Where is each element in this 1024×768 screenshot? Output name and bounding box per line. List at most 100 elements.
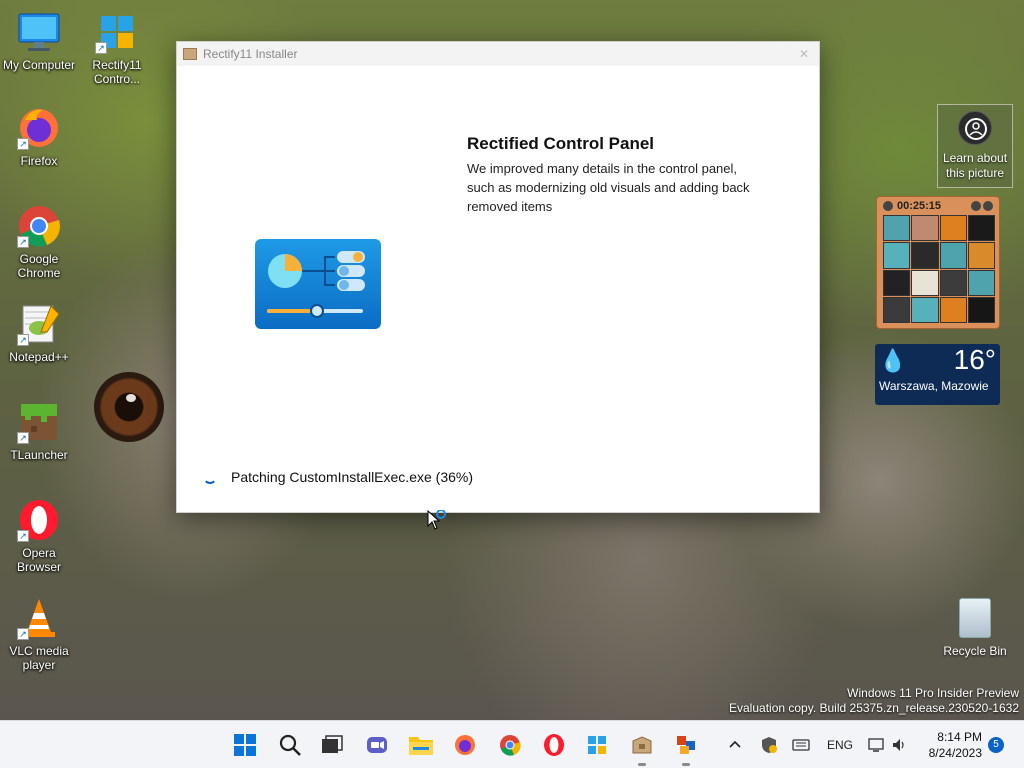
puzzle-tile[interactable] bbox=[939, 296, 967, 323]
desktop-icon-rectify11-control[interactable]: ↗ Rectify11 Contro... bbox=[77, 10, 157, 86]
close-button[interactable]: ✕ bbox=[789, 47, 819, 61]
desktop-icon-label: My Computer bbox=[2, 58, 76, 72]
progress-status: Patching CustomInstallExec.exe (36%) bbox=[203, 469, 473, 485]
desktop-icon-vlc[interactable]: ↗ VLC media player bbox=[0, 596, 79, 672]
shortcut-arrow-icon: ↗ bbox=[17, 628, 29, 640]
puzzle-tile[interactable] bbox=[883, 269, 911, 296]
puzzle-tile[interactable] bbox=[939, 269, 967, 296]
opera-icon: ↗ bbox=[17, 498, 61, 542]
puzzle-tile[interactable] bbox=[911, 296, 939, 323]
desktop-icon-my-computer[interactable]: My Computer bbox=[0, 10, 79, 72]
desktop-icon-notepad-plus-plus[interactable]: ↗ Notepad++ bbox=[0, 302, 79, 364]
desktop-icon-recycle-bin[interactable]: Recycle Bin bbox=[940, 598, 1010, 658]
desktop-icon-label: Opera Browser bbox=[16, 546, 61, 574]
firefox-icon: ↗ bbox=[17, 106, 61, 150]
desktop-icon-label: Google Chrome bbox=[17, 252, 61, 280]
watermark-edition: Windows 11 Pro Insider Preview bbox=[847, 686, 1019, 700]
desktop-icon-label: Notepad++ bbox=[9, 350, 69, 364]
puzzle-tile[interactable] bbox=[911, 269, 939, 296]
taskbar-opera-icon[interactable] bbox=[540, 731, 568, 759]
desktop-icon-google-chrome[interactable]: ↗ Google Chrome bbox=[0, 204, 79, 280]
help-icon[interactable] bbox=[971, 201, 981, 211]
notepad-plus-plus-icon: ↗ bbox=[17, 302, 61, 346]
language-indicator[interactable]: ENG bbox=[827, 721, 853, 768]
learn-about-picture-label: Learn about this picture bbox=[942, 151, 1008, 180]
back-icon[interactable] bbox=[883, 201, 893, 211]
puzzle-tile[interactable] bbox=[911, 242, 939, 269]
learn-about-picture-widget[interactable]: Learn about this picture bbox=[937, 104, 1013, 188]
puzzle-tile[interactable] bbox=[967, 269, 995, 296]
watermark-build: Evaluation copy. Build 25375.zn_release.… bbox=[729, 701, 1019, 715]
installer-window[interactable]: Rectify11 Installer ✕ Rectified Control … bbox=[176, 41, 820, 513]
desktop-icon-label: VLC media player bbox=[9, 644, 69, 672]
puzzle-tile[interactable] bbox=[939, 215, 967, 242]
puzzle-tile[interactable] bbox=[911, 215, 939, 242]
taskbar-rectify11-icon[interactable] bbox=[583, 731, 611, 759]
task-view-icon[interactable] bbox=[318, 731, 346, 759]
taskbar-control-panel-icon[interactable] bbox=[672, 731, 700, 766]
chrome-icon: ↗ bbox=[17, 204, 61, 248]
puzzle-grid[interactable] bbox=[883, 215, 995, 323]
evaluation-watermark: Windows 11 Pro Insider Preview Evaluatio… bbox=[729, 686, 1019, 716]
taskbar-firefox-icon[interactable] bbox=[451, 731, 479, 759]
clock-time: 8:14 PM bbox=[937, 730, 982, 744]
control-panel-icon bbox=[255, 239, 381, 329]
show-hidden-icons-chevron-icon[interactable] bbox=[728, 721, 742, 768]
desktop-icon-tlauncher[interactable]: ↗ TLauncher bbox=[0, 400, 79, 462]
installer-box-icon bbox=[183, 48, 197, 60]
taskbar: ENG 8:14 PM 8/24/2023 5 bbox=[0, 720, 1024, 768]
installer-title: Rectify11 Installer bbox=[203, 47, 298, 61]
feature-description: We improved many details in the control … bbox=[467, 161, 750, 214]
puzzle-tile[interactable] bbox=[967, 242, 995, 269]
puzzle-widget[interactable]: 00:25:15 bbox=[876, 196, 1000, 329]
rain-drops-icon: 💧 bbox=[879, 348, 907, 373]
progress-text: Patching CustomInstallExec.exe (36%) bbox=[231, 469, 473, 485]
desktop-icon-label: Rectify11 Contro... bbox=[92, 58, 142, 86]
teams-chat-icon[interactable] bbox=[363, 731, 391, 759]
puzzle-tile[interactable] bbox=[883, 215, 911, 242]
taskbar-clock[interactable]: 8:14 PM 8/24/2023 bbox=[929, 729, 982, 761]
puzzle-tile[interactable] bbox=[883, 242, 911, 269]
settings-icon[interactable] bbox=[983, 201, 993, 211]
recycle-bin-icon bbox=[959, 598, 991, 638]
desktop-icon-label: Firefox bbox=[20, 154, 58, 168]
network-icon[interactable] bbox=[867, 721, 885, 768]
shortcut-arrow-icon: ↗ bbox=[95, 42, 107, 54]
vlc-cone-icon: ↗ bbox=[17, 596, 61, 640]
shortcut-arrow-icon: ↗ bbox=[17, 432, 29, 444]
shortcut-arrow-icon: ↗ bbox=[17, 236, 29, 248]
desktop-icon-label: TLauncher bbox=[10, 448, 68, 462]
taskbar-chrome-icon[interactable] bbox=[496, 731, 524, 759]
notification-badge[interactable]: 5 bbox=[988, 737, 1004, 753]
loading-spinner-icon bbox=[203, 470, 217, 484]
puzzle-tile[interactable] bbox=[967, 296, 995, 323]
weather-temperature: 16° bbox=[953, 344, 996, 375]
file-explorer-icon[interactable] bbox=[407, 731, 435, 759]
clock-date: 8/24/2023 bbox=[928, 746, 982, 760]
puzzle-tile[interactable] bbox=[883, 296, 911, 323]
start-button[interactable] bbox=[231, 731, 259, 759]
desktop-icon-firefox[interactable]: ↗ Firefox bbox=[0, 106, 79, 168]
desktop-icon-label: Recycle Bin bbox=[943, 644, 1007, 658]
weather-widget[interactable]: 💧 16° Warszawa, Mazowie bbox=[875, 344, 1000, 405]
camera-location-icon bbox=[958, 111, 992, 145]
security-shield-icon[interactable] bbox=[760, 721, 778, 768]
feature-title: Rectified Control Panel bbox=[467, 134, 655, 153]
shortcut-arrow-icon: ↗ bbox=[17, 530, 29, 542]
shortcut-arrow-icon: ↗ bbox=[17, 138, 29, 150]
puzzle-timer: 00:25:15 bbox=[897, 200, 942, 212]
volume-icon[interactable] bbox=[891, 721, 909, 768]
keyboard-icon[interactable] bbox=[792, 721, 810, 768]
puzzle-tile[interactable] bbox=[967, 215, 995, 242]
search-icon[interactable] bbox=[276, 731, 304, 759]
wallpaper-owl-eye bbox=[94, 372, 164, 442]
busy-cursor-icon bbox=[427, 509, 446, 532]
taskbar-installer-icon[interactable] bbox=[628, 731, 656, 766]
rectify11-icon: ↗ bbox=[95, 10, 139, 54]
puzzle-tile[interactable] bbox=[939, 242, 967, 269]
installer-titlebar[interactable]: Rectify11 Installer ✕ bbox=[177, 42, 819, 66]
monitor-icon bbox=[17, 10, 61, 54]
weather-location: Warszawa, Mazowie bbox=[879, 379, 989, 393]
minecraft-block-icon: ↗ bbox=[17, 400, 61, 444]
desktop-icon-opera[interactable]: ↗ Opera Browser bbox=[0, 498, 79, 574]
